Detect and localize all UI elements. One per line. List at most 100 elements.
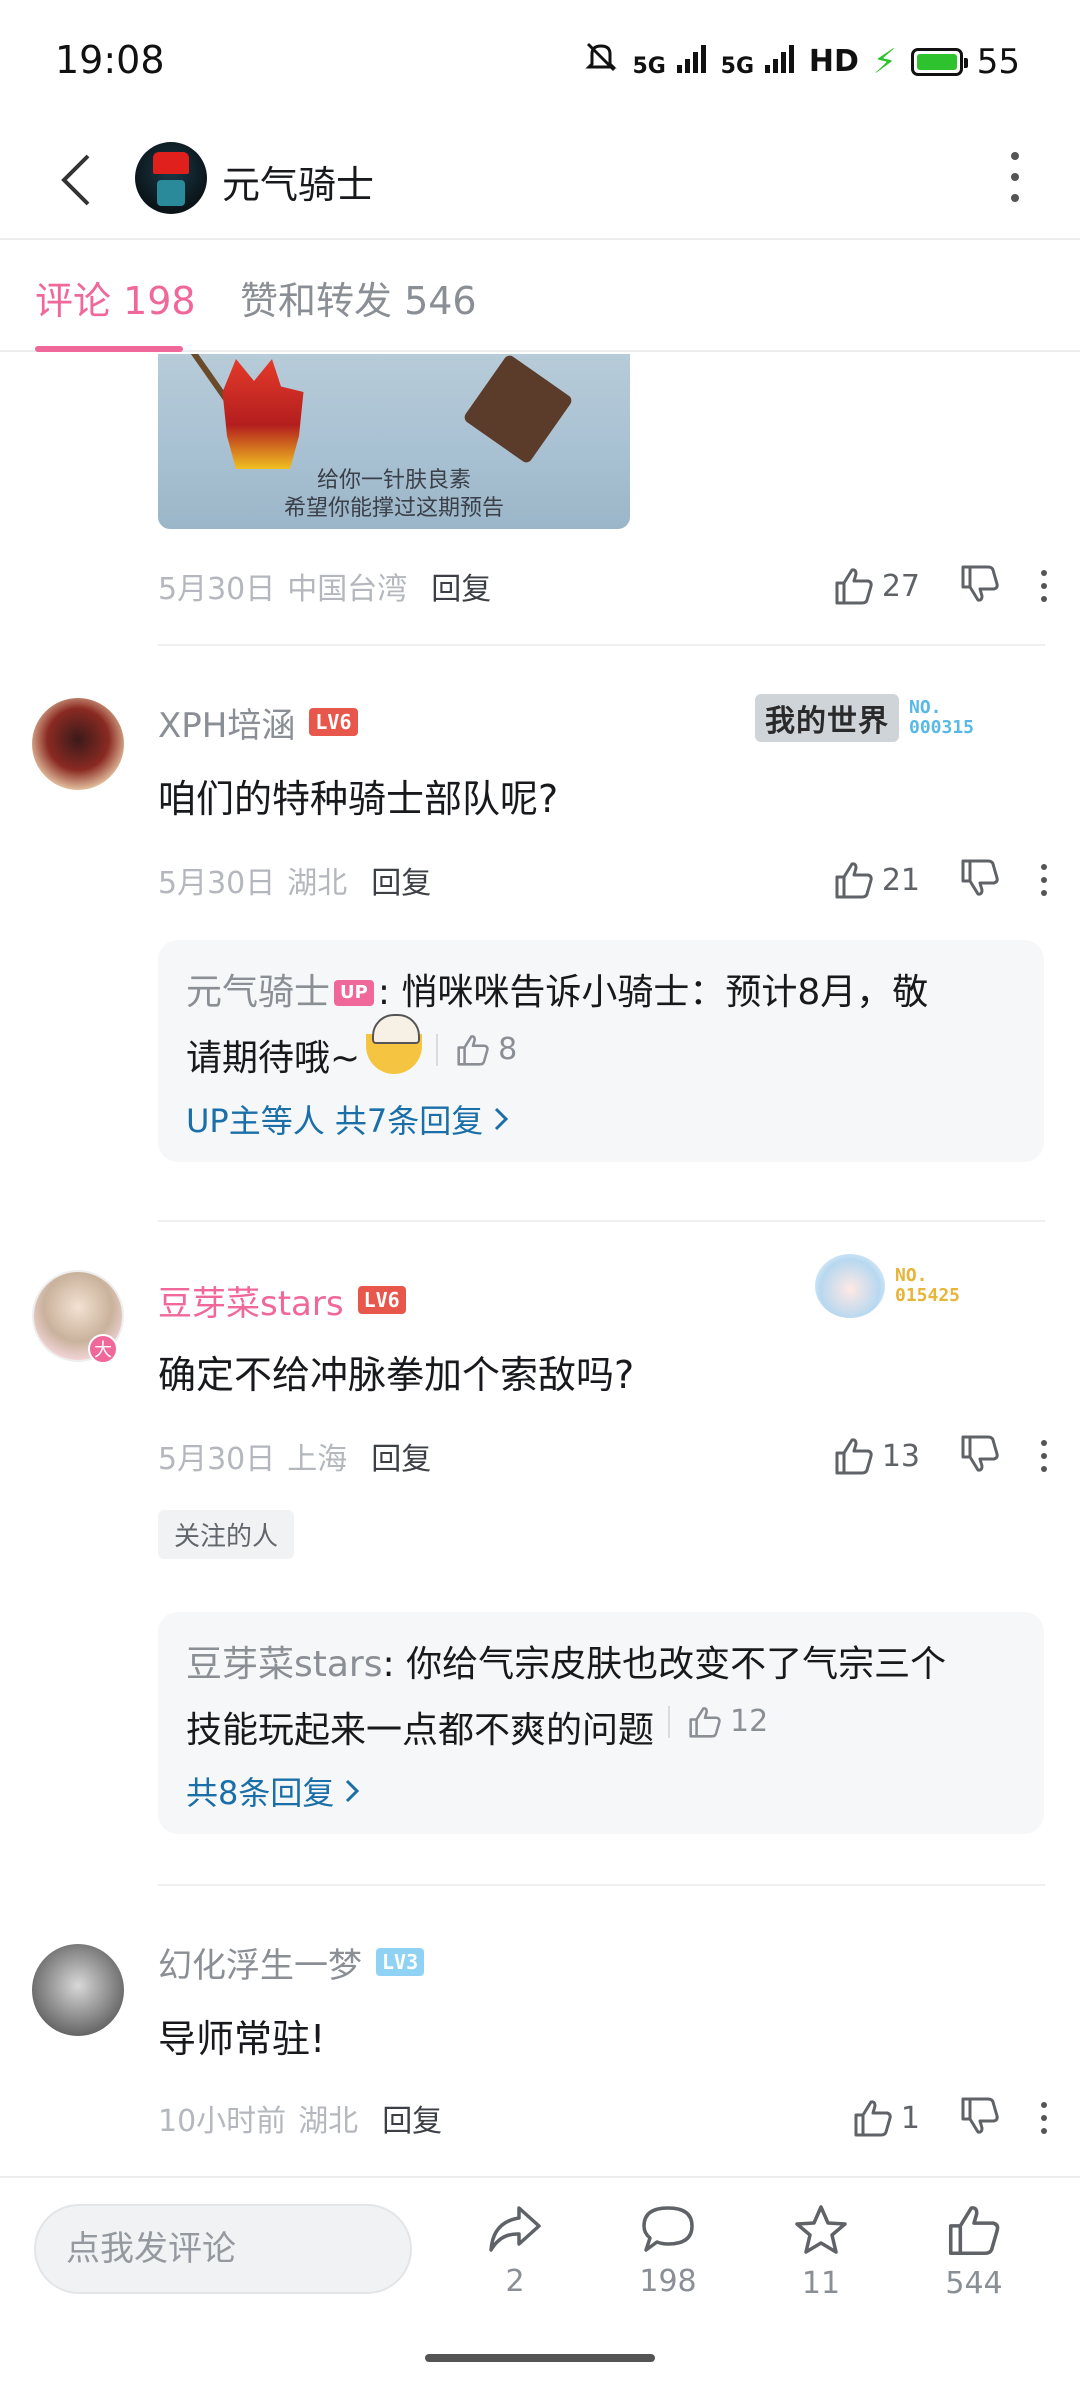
reply-button[interactable]: 回复 [371, 1434, 431, 1478]
comment-meta: 5月30日 中国台湾 回复 27 [158, 564, 1048, 608]
reply-button[interactable]: 回复 [431, 564, 491, 608]
level-badge: LV6 [309, 708, 358, 736]
battery-level: 55 [976, 41, 1020, 82]
avatar-badge: 大 [88, 1334, 118, 1364]
tab-likes-reposts[interactable]: 赞和转发 546 [240, 270, 477, 325]
comment-header: 幻化浮生一梦 LV3 [158, 1938, 425, 1987]
username[interactable]: XPH培涵 [158, 698, 295, 747]
thumbs-up-icon [854, 2100, 892, 2137]
like-count: 21 [881, 862, 920, 898]
more-icon[interactable] [1040, 2102, 1048, 2134]
divider [158, 1884, 1045, 1886]
view-replies-link[interactable]: UP主等人 共7条回复 [186, 1096, 1016, 1142]
top-nav: 元气骑士 [0, 120, 1080, 240]
back-icon[interactable] [56, 150, 96, 210]
status-time: 19:08 [55, 38, 165, 82]
comment-button[interactable]: 198 [613, 2204, 723, 2299]
reply-text: : 你给气宗皮肤也改变不了气宗三个 [382, 1644, 947, 1685]
tab-comments[interactable]: 评论 198 [35, 270, 196, 325]
comment-input[interactable]: 点我发评论 [34, 2204, 412, 2294]
username[interactable]: 豆芽菜stars [158, 1276, 344, 1325]
divider [158, 1220, 1045, 1222]
reply-text: 请期待哦~ [186, 1038, 361, 1079]
comment-location: 湖北 [298, 2104, 359, 2139]
reply-preview[interactable]: 豆芽菜stars: 你给气宗皮肤也改变不了气宗三个 技能玩起来一点都不爽的问题 … [158, 1612, 1044, 1834]
thumbs-down-icon [961, 565, 999, 602]
comment-icon [642, 2206, 694, 2252]
like-button[interactable]: 27 [834, 567, 920, 605]
view-replies-link[interactable]: 共8条回复 [186, 1768, 1016, 1814]
mute-icon [584, 40, 618, 83]
comment-text: 确定不给冲脉拳加个索敌吗? [158, 1353, 635, 1397]
username[interactable]: 幻化浮生一梦 [158, 1938, 362, 1987]
reply-item: 元气骑士 UP: 悄咪咪告诉小骑士：预计8月，敬 [186, 960, 1016, 1026]
comment-meta: 5月30日 上海 回复 13 [158, 1434, 1048, 1478]
like-count: 13 [881, 1438, 920, 1474]
thumbs-up-icon [835, 568, 873, 605]
favorite-button[interactable]: 11 [766, 2204, 876, 2301]
reply-text: : 悄咪咪告诉小骑士：预计8月，敬 [377, 972, 929, 1013]
more-icon[interactable] [1040, 864, 1048, 896]
fan-badge-logo: 我的世界 [755, 694, 899, 742]
more-icon[interactable] [1040, 1440, 1048, 1472]
star-icon [795, 2205, 847, 2254]
home-indicator[interactable] [425, 2354, 655, 2362]
like-count: 12 [730, 1704, 769, 1739]
reply-item: 技能玩起来一点都不爽的问题 12 [186, 1698, 1016, 1764]
dislike-button[interactable] [960, 859, 1000, 901]
image-caption: 给你一针肤良素 希望你能撑过这期预告 [283, 468, 504, 521]
comment-list[interactable]: 给你一针肤良素 希望你能撑过这期预告 5月30日 中国台湾 回复 27 XPH培… [0, 354, 1080, 2174]
comment-date: 5月30日 [158, 572, 276, 607]
tab-bar: 评论 198 赞和转发 546 [0, 242, 1080, 352]
reply-like-button[interactable]: 12 [668, 1706, 768, 1738]
level-badge: LV6 [357, 1286, 406, 1314]
avatar[interactable] [32, 698, 124, 790]
dislike-button[interactable] [960, 565, 1000, 607]
reply-item: 豆芽菜stars: 你给气宗皮肤也改变不了气宗三个 [186, 1632, 1016, 1698]
follow-tag: 关注的人 [158, 1510, 295, 1559]
share-button[interactable]: 2 [460, 2204, 570, 2299]
comment-meta: 10小时前 湖北 回复 1 [158, 2096, 1048, 2140]
avatar[interactable] [32, 1944, 124, 2036]
comment-date: 10小时前 [158, 2104, 287, 2139]
dislike-button[interactable] [960, 1435, 1000, 1477]
comment-header: 豆芽菜stars LV6 [158, 1276, 406, 1325]
reply-username[interactable]: 元气骑士 [186, 972, 330, 1013]
like-count: 8 [498, 1032, 518, 1067]
share-count: 2 [505, 2264, 525, 2299]
more-icon[interactable] [1040, 570, 1048, 602]
reply-button[interactable]: 回复 [382, 2096, 442, 2140]
reply-preview[interactable]: 元气骑士 UP: 悄咪咪告诉小骑士：预计8月，敬 请期待哦~ 8 UP主等人 共7… [158, 940, 1044, 1162]
page-title[interactable]: 元气骑士 [222, 154, 374, 209]
hd-icon: HD [808, 44, 859, 79]
fan-badge[interactable]: 我的世界 NO. 000315 [755, 694, 974, 742]
reply-like-button[interactable]: 8 [436, 1034, 517, 1066]
reply-username[interactable]: 豆芽菜stars [186, 1644, 383, 1685]
comment-location: 上海 [287, 1442, 348, 1477]
thumbs-up-icon [948, 2206, 1000, 2256]
thumbs-down-icon [961, 2097, 999, 2134]
like-count: 27 [881, 568, 920, 604]
thumbs-up-icon [835, 1438, 873, 1475]
comment-text: 咱们的特种骑士部队呢? [158, 777, 559, 821]
comment-image[interactable]: 给你一针肤良素 希望你能撑过这期预告 [158, 354, 630, 529]
signal-icon: 5G [721, 42, 795, 82]
thumbs-down-icon [961, 859, 999, 896]
fan-number: NO. 015425 [895, 1265, 961, 1306]
like-count: 544 [945, 2266, 1003, 2301]
avatar[interactable] [135, 142, 207, 214]
reply-button[interactable]: 回复 [371, 858, 431, 902]
favorite-count: 11 [801, 2266, 841, 2301]
comment-count: 198 [639, 2264, 697, 2299]
comment-text: 导师常驻! [158, 2017, 326, 2061]
like-button[interactable]: 544 [919, 2204, 1029, 2301]
like-button[interactable]: 13 [834, 1437, 920, 1475]
fan-number: NO. 000315 [909, 697, 975, 738]
reply-item: 请期待哦~ 8 [186, 1014, 1016, 1092]
fan-badge[interactable]: NO. 015425 [815, 1254, 960, 1318]
dislike-button[interactable] [960, 2097, 1000, 2139]
like-button[interactable]: 21 [834, 861, 920, 899]
more-icon[interactable] [1010, 152, 1020, 202]
comment-header: XPH培涵 LV6 [158, 698, 358, 747]
like-button[interactable]: 1 [853, 2099, 920, 2137]
